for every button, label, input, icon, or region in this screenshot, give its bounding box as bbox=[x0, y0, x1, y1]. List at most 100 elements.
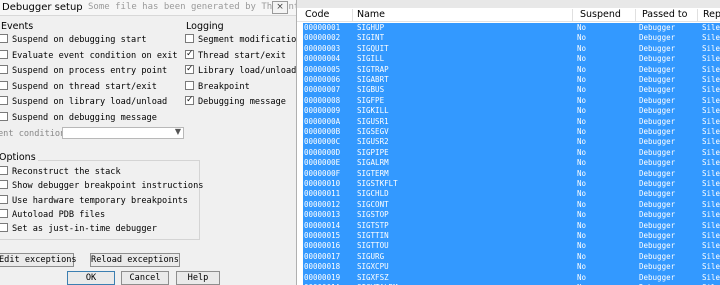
log-segment-modifications-option[interactable]: Segment modifications bbox=[185, 34, 307, 47]
table-row[interactable]: 00000010 SIGSTKFLT No Debugger Sile bbox=[303, 179, 720, 189]
checkbox[interactable] bbox=[0, 194, 8, 204]
table-row[interactable]: 0000000C SIGUSR2 No Debugger Sile bbox=[303, 137, 720, 147]
column-separator[interactable] bbox=[635, 9, 636, 21]
table-row[interactable]: 00000007 SIGBUS No Debugger Sile bbox=[303, 85, 720, 95]
column-separator[interactable] bbox=[697, 9, 698, 21]
cell-passed-to: Debugger bbox=[639, 127, 676, 136]
close-button[interactable]: × bbox=[272, 1, 288, 14]
column-header-report[interactable]: Rep bbox=[703, 9, 720, 20]
cell-name: SIGSTKFLT bbox=[357, 179, 398, 188]
reconstruct-stack-option[interactable]: Reconstruct the stack bbox=[0, 166, 121, 179]
cancel-button[interactable]: Cancel bbox=[121, 271, 169, 285]
cell-code: 00000002 bbox=[304, 33, 341, 43]
column-separator[interactable] bbox=[572, 9, 573, 21]
suspend-entry-point-option[interactable]: Suspend on process entry point bbox=[0, 65, 167, 78]
table-row[interactable]: 00000019 SIGXFSZ No Debugger Sile bbox=[303, 273, 720, 283]
show-bpt-instructions-option[interactable]: Show debugger breakpoint instructions bbox=[0, 180, 203, 193]
table-row[interactable]: 00000001 SIGHUP No Debugger Sile bbox=[303, 23, 720, 33]
checkbox[interactable] bbox=[185, 80, 194, 90]
table-row[interactable]: 0000000D SIGPIPE No Debugger Sile bbox=[303, 148, 720, 158]
column-header-name[interactable]: Name bbox=[357, 9, 385, 20]
column-separator[interactable] bbox=[352, 9, 353, 21]
edit-exceptions-button[interactable]: Edit exceptions bbox=[0, 253, 77, 267]
table-row[interactable]: 00000015 SIGTTIN No Debugger Sile bbox=[303, 231, 720, 241]
checkbox[interactable] bbox=[185, 34, 194, 43]
hardware-temp-breakpoints-option[interactable]: Use hardware temporary breakpoints bbox=[0, 194, 188, 208]
reload-exceptions-button[interactable]: Reload exceptions bbox=[90, 253, 180, 267]
help-button[interactable]: Help bbox=[176, 271, 220, 285]
column-header-passed-to[interactable]: Passed to bbox=[642, 9, 687, 20]
checkbox[interactable] bbox=[185, 94, 194, 106]
table-row[interactable]: 00000006 SIGABRT No Debugger Sile bbox=[303, 75, 720, 85]
table-row[interactable]: 00000011 SIGCHLD No Debugger Sile bbox=[303, 189, 720, 199]
suspend-thread-start-exit-option[interactable]: Suspend on thread start/exit bbox=[0, 80, 157, 94]
checkbox[interactable] bbox=[0, 96, 8, 105]
checkbox-label: Set as just-in-time debugger bbox=[12, 224, 157, 235]
cell-name: SIGURG bbox=[357, 251, 385, 261]
cell-report: Sile bbox=[702, 220, 720, 230]
checkbox[interactable] bbox=[0, 34, 8, 43]
checkbox[interactable] bbox=[0, 208, 8, 218]
cell-report: Sile bbox=[702, 75, 720, 84]
table-row[interactable]: 00000017 SIGURG No Debugger Sile bbox=[303, 252, 720, 262]
table-row[interactable]: 00000008 SIGFPE No Debugger Sile bbox=[303, 96, 720, 106]
checkbox[interactable] bbox=[185, 48, 194, 60]
table-row[interactable]: 00000018 SIGXCPU No Debugger Sile bbox=[303, 262, 720, 272]
cell-passed-to: Debugger bbox=[639, 33, 676, 43]
cell-passed-to: Debugger bbox=[639, 85, 676, 95]
table-row[interactable]: 00000003 SIGQUIT No Debugger Sile bbox=[303, 44, 720, 54]
table-row[interactable]: 00000009 SIGKILL No Debugger Sile bbox=[303, 106, 720, 116]
autoload-pdb-option[interactable]: Autoload PDB files bbox=[0, 208, 105, 222]
title-bar[interactable]: Debugger setup Some file has been genera… bbox=[0, 0, 343, 16]
table-row[interactable]: 00000012 SIGCONT No Debugger Sile bbox=[303, 200, 720, 210]
table-row[interactable]: 00000005 SIGTRAP No Debugger Sile bbox=[303, 65, 720, 75]
table-row[interactable]: 00000002 SIGINT No Debugger Sile bbox=[303, 33, 720, 43]
cell-suspend: No bbox=[577, 168, 587, 178]
suspend-debugging-start-option[interactable]: Suspend on debugging start bbox=[0, 34, 147, 47]
column-header-code[interactable]: Code bbox=[305, 9, 329, 20]
checkbox[interactable] bbox=[0, 180, 8, 190]
table-body[interactable]: 00000001 SIGHUP No Debugger Sile 00000002 SIGI… bbox=[303, 23, 720, 285]
cell-code: 00000008 bbox=[304, 95, 341, 105]
cell-code: 00000012 bbox=[304, 199, 341, 209]
table-row[interactable]: 0000000E SIGALRM No Debugger Sile bbox=[303, 158, 720, 168]
cell-suspend: No bbox=[577, 33, 587, 43]
log-thread-start-exit-option[interactable]: Thread start/exit bbox=[185, 48, 286, 63]
table-row[interactable]: 0000000A SIGUSR1 No Debugger Sile bbox=[303, 117, 720, 127]
ok-button[interactable]: OK bbox=[67, 271, 115, 285]
cell-name: SIGCONT bbox=[357, 199, 389, 209]
checkbox-label: Breakpoint bbox=[198, 81, 250, 92]
table-row[interactable]: 0000000F SIGTERM No Debugger Sile bbox=[303, 169, 720, 179]
cell-name: SIGUSR1 bbox=[357, 116, 389, 126]
cell-report: Sile bbox=[702, 33, 720, 43]
checkbox[interactable] bbox=[0, 166, 8, 175]
checkbox[interactable] bbox=[0, 111, 8, 121]
table-row[interactable]: 00000014 SIGTSTP No Debugger Sile bbox=[303, 221, 720, 231]
checkbox[interactable] bbox=[0, 49, 8, 59]
table-row[interactable]: 0000000B SIGSEGV No Debugger Sile bbox=[303, 127, 720, 137]
log-breakpoint-option[interactable]: Breakpoint bbox=[185, 80, 250, 94]
cell-report: Sile bbox=[702, 106, 720, 116]
table-row[interactable]: 00000016 SIGTTOU No Debugger Sile bbox=[303, 241, 720, 251]
evaluate-condition-exit-option[interactable]: Evaluate event condition on exit bbox=[0, 49, 178, 63]
cell-suspend: No bbox=[577, 189, 587, 199]
cell-name: SIGTTOU bbox=[357, 241, 389, 251]
just-in-time-debugger-option[interactable]: Set as just-in-time debugger bbox=[0, 223, 157, 236]
table-row[interactable]: 00000013 SIGSTOP No Debugger Sile bbox=[303, 210, 720, 220]
checkbox[interactable] bbox=[0, 65, 8, 74]
suspend-debugging-message-option[interactable]: Suspend on debugging message bbox=[0, 111, 157, 125]
checkbox[interactable] bbox=[0, 80, 8, 90]
checkbox[interactable] bbox=[185, 63, 194, 75]
event-condition-combo[interactable]: ▼ bbox=[62, 127, 184, 139]
checkbox-label: Debugging message bbox=[198, 97, 286, 107]
cell-name: SIGTRAP bbox=[357, 64, 389, 74]
suspend-library-load-option[interactable]: Suspend on library load/unload bbox=[0, 96, 167, 109]
log-library-load-option[interactable]: Library load/unload bbox=[185, 63, 296, 78]
cell-report: Sile bbox=[702, 95, 720, 105]
table-row[interactable]: 00000004 SIGILL No Debugger Sile bbox=[303, 54, 720, 64]
cell-suspend: No bbox=[577, 106, 587, 116]
checkbox[interactable] bbox=[0, 223, 8, 233]
cell-suspend: No bbox=[577, 137, 587, 147]
column-header-suspend[interactable]: Suspend bbox=[580, 9, 621, 20]
log-debugging-message-option[interactable]: Debugging message bbox=[185, 94, 286, 109]
